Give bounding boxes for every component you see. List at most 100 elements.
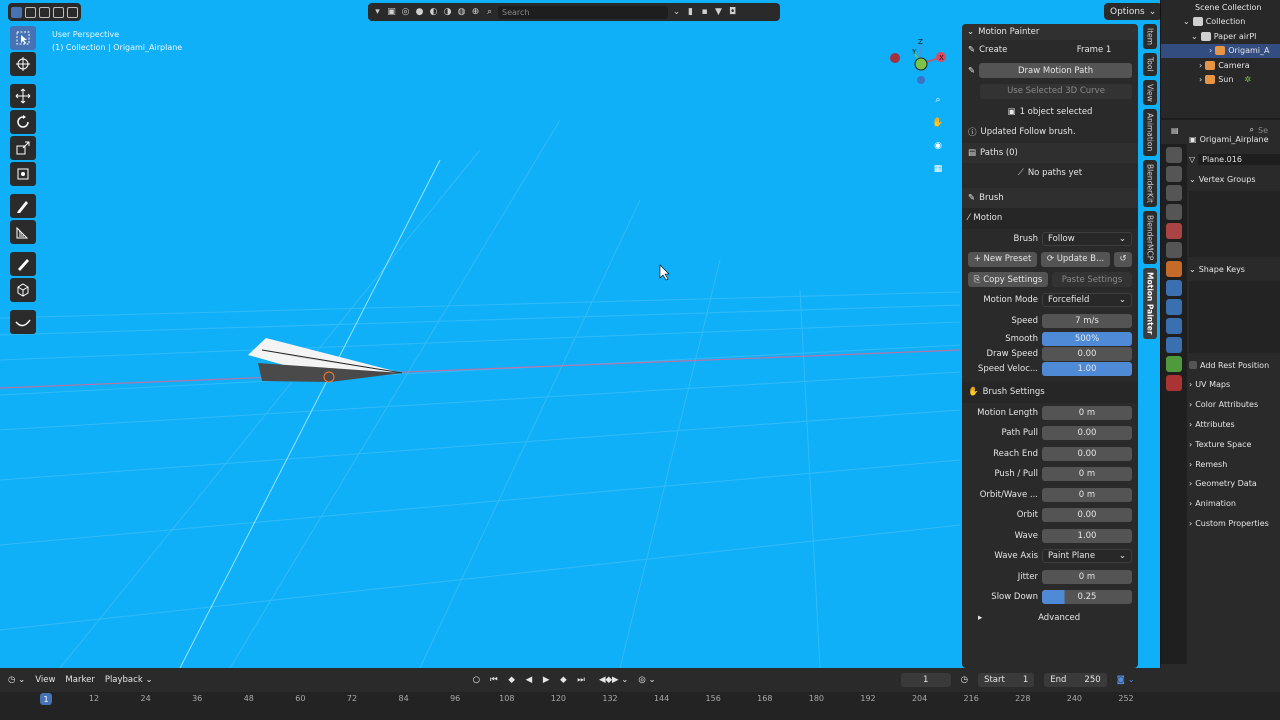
scene-tab-icon[interactable] xyxy=(1166,223,1182,239)
grid-toggle-icon[interactable]: ▦ xyxy=(930,161,946,177)
tab-view[interactable]: View xyxy=(1143,79,1157,106)
sync-icon[interactable]: ▪ xyxy=(699,7,710,18)
view-object-types-icon[interactable]: ▣ xyxy=(386,7,397,18)
wave-field[interactable]: 1.00 xyxy=(1042,528,1132,543)
remesh-panel[interactable]: › Remesh xyxy=(1189,454,1280,474)
tool-tab-icon[interactable] xyxy=(1166,147,1182,163)
navigation-gizmo[interactable]: Z Y X xyxy=(886,38,956,92)
motion-length-field[interactable]: 0 m xyxy=(1042,405,1132,420)
shape-keys-panel[interactable]: ⌄ Shape Keys xyxy=(1189,259,1280,279)
select-mode-subtract-icon[interactable] xyxy=(39,6,50,18)
3d-viewport[interactable]: User Perspective (1) Collection | Origam… xyxy=(0,0,1160,668)
view-layer-tab-icon[interactable] xyxy=(1166,204,1182,220)
texture-space-panel[interactable]: › Texture Space xyxy=(1189,434,1280,454)
shape-keys-list[interactable] xyxy=(1189,281,1280,354)
outliner-collection[interactable]: ⌄ Collection xyxy=(1161,15,1280,30)
render-tab-icon[interactable] xyxy=(1166,166,1182,182)
timeline-view-menu[interactable]: View xyxy=(35,675,55,685)
material-shading-icon[interactable]: ◐ xyxy=(428,7,439,18)
output-tab-icon[interactable] xyxy=(1166,185,1182,201)
outliner-scene-collection[interactable]: Scene Collection xyxy=(1161,0,1280,15)
panel-header[interactable]: ⌄ Motion Painter xyxy=(962,24,1138,40)
measure-tool[interactable] xyxy=(10,220,36,244)
vertex-groups-list[interactable] xyxy=(1189,191,1280,258)
keying-icon[interactable]: ○ xyxy=(473,675,480,685)
brush-select[interactable]: Follow ⌄ xyxy=(1042,231,1132,246)
shield-icon[interactable]: ◘ xyxy=(727,7,738,18)
color-attributes-panel[interactable]: › Color Attributes xyxy=(1189,395,1280,415)
attributes-panel[interactable]: › Attributes xyxy=(1189,415,1280,435)
cursor-tool[interactable] xyxy=(10,52,36,76)
mesh-data-tab-icon[interactable] xyxy=(1166,356,1182,372)
motion-paint-tool[interactable] xyxy=(10,252,36,276)
slow-down-slider[interactable]: 0.25 xyxy=(1042,590,1132,605)
path-pull-field[interactable]: 0.00 xyxy=(1042,426,1132,441)
bookmark-icon[interactable]: ▮ xyxy=(685,7,696,18)
material-tab-icon[interactable] xyxy=(1166,375,1182,391)
custom-properties-panel[interactable]: › Custom Properties xyxy=(1189,514,1280,534)
reset-icon[interactable]: ↺ xyxy=(1114,251,1132,267)
select-mode-new-icon[interactable] xyxy=(11,6,22,18)
camera-view-icon[interactable]: ◉ xyxy=(930,138,946,154)
rendered-shading-icon[interactable]: ◑ xyxy=(442,7,453,18)
particles-tab-icon[interactable] xyxy=(1166,299,1182,315)
scale-tool[interactable] xyxy=(10,136,36,160)
update-brush-button[interactable]: ⟳ Update B... xyxy=(1041,251,1110,267)
paste-settings-button[interactable]: Paste Settings xyxy=(1052,272,1132,288)
orbit-wave-field[interactable]: 0 m xyxy=(1042,487,1132,502)
motion-subheader[interactable]: ⁄ Motion xyxy=(962,208,1138,229)
add-rest-position-row[interactable]: Add Rest Position xyxy=(1189,355,1280,375)
brush-settings-subheader[interactable]: ✋ Brush Settings xyxy=(962,382,1138,403)
object-tab-icon[interactable] xyxy=(1166,261,1182,277)
animation-panel[interactable]: › Animation xyxy=(1189,494,1280,514)
zoom-icon[interactable]: ⌕ xyxy=(930,92,946,108)
transform-tool[interactable] xyxy=(10,162,36,186)
speed-field[interactable]: 7 m/s xyxy=(1042,313,1132,328)
timeline-marker-menu[interactable]: Marker xyxy=(65,675,94,685)
overlay-icon[interactable]: ◍ xyxy=(456,7,467,18)
move-tool[interactable] xyxy=(10,84,36,108)
editor-type-icon[interactable]: ▤ xyxy=(1171,126,1179,135)
tab-blenderkit[interactable]: BlenderKit xyxy=(1143,159,1157,207)
gizmo-icon[interactable]: ⊕ xyxy=(470,7,481,18)
world-tab-icon[interactable] xyxy=(1166,242,1182,258)
start-frame-field[interactable]: Start 1 xyxy=(978,673,1035,687)
render-settings-icon[interactable]: ◙ ⌄ xyxy=(1117,675,1135,685)
speed-veloc-field[interactable]: 1.00 xyxy=(1042,361,1132,376)
select-mode-intersect-icon[interactable] xyxy=(67,6,78,18)
tab-tool[interactable]: Tool xyxy=(1143,53,1157,76)
select-mode-invert-icon[interactable] xyxy=(53,6,64,18)
curve-tool[interactable] xyxy=(10,310,36,334)
orbit-field[interactable]: 0.00 xyxy=(1042,508,1132,523)
clock-icon[interactable]: ◷ xyxy=(961,675,968,685)
outliner-paper-airplane[interactable]: ⌄ Paper airPl xyxy=(1161,29,1280,44)
outliner-origami-object[interactable]: › Origami_A xyxy=(1161,43,1280,58)
options-button[interactable]: Options ⌄ xyxy=(1104,3,1160,20)
tab-animation[interactable]: Animation xyxy=(1143,109,1157,156)
tab-motion-painter[interactable]: Motion Painter xyxy=(1143,268,1157,339)
clock-icon[interactable]: ◷ ⌄ xyxy=(8,675,25,685)
playback-controls[interactable]: ⏮ ◆ ◀ ▶ ◆ ⏭ xyxy=(490,675,589,685)
modifier-tab-icon[interactable] xyxy=(1166,280,1182,296)
chevron-down-icon[interactable]: ⌄ xyxy=(671,7,682,18)
mesh-name[interactable]: Plane.016 xyxy=(1198,154,1280,166)
jitter-field[interactable]: 0 m xyxy=(1042,569,1132,584)
select-box-tool[interactable] xyxy=(10,26,36,50)
wave-axis-select[interactable]: Paint Plane ⌄ xyxy=(1042,549,1132,564)
brush-section-header[interactable]: ✎ Brush xyxy=(962,187,1138,208)
add-cube-tool[interactable] xyxy=(10,278,36,302)
vertex-groups-panel[interactable]: ⌄ Vertex Groups xyxy=(1189,170,1280,190)
hand-icon[interactable]: ✋ xyxy=(930,115,946,131)
annotate-tool[interactable] xyxy=(10,194,36,218)
solid-shading-icon[interactable]: ● xyxy=(414,7,425,18)
rotate-tool[interactable] xyxy=(10,110,36,134)
select-mode-extend-icon[interactable] xyxy=(25,6,36,18)
dropdown-icon[interactable]: ▾ xyxy=(372,7,383,18)
advanced-subheader[interactable]: ▸ Advanced xyxy=(962,608,1138,629)
wireframe-shading-icon[interactable]: ◎ xyxy=(400,7,411,18)
viewport-search-input[interactable]: Search xyxy=(498,5,668,19)
auto-key-icon[interactable]: ◎ ⌄ xyxy=(638,675,655,685)
draw-speed-field[interactable]: 0.00 xyxy=(1042,346,1132,361)
uv-maps-panel[interactable]: › UV Maps xyxy=(1189,375,1280,395)
timeline-ruler[interactable]: 1 12 24 36 48 60 72 84 96 108 120 132 144 156 168 180 1… xyxy=(0,692,1280,720)
